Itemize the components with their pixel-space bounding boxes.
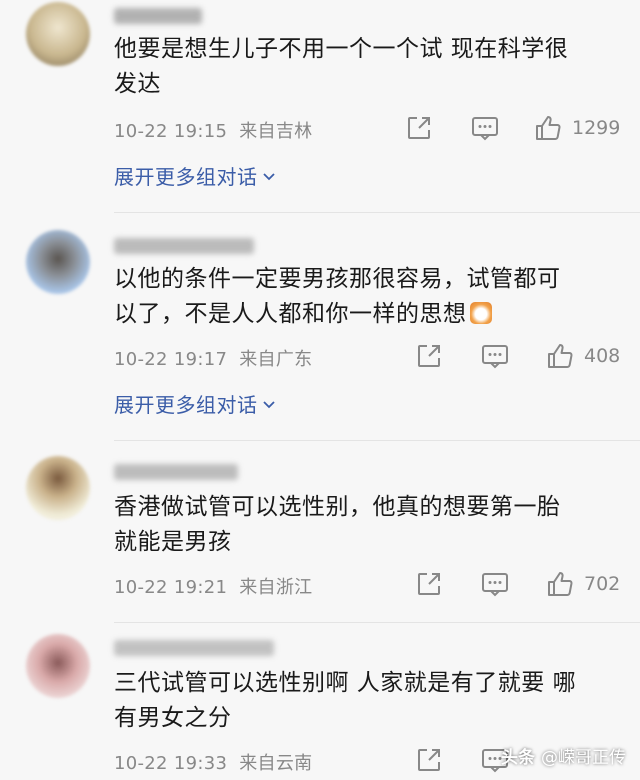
avatar[interactable] [26, 634, 90, 698]
comment-item: 香港做试管可以选性别，他真的想要第一胎 就能是男孩 10-22 19:21 来自… [0, 452, 640, 622]
comment-location: 来自吉林 [239, 121, 313, 142]
share-icon[interactable] [414, 569, 444, 599]
expand-conversation-link[interactable]: 展开更多组对话 [114, 389, 276, 418]
username-blurred[interactable] [114, 464, 238, 480]
watermark-platform: 头条 [501, 748, 535, 768]
comment-text: 香港做试管可以选性别，他真的想要第一胎 就能是男孩 [114, 490, 614, 560]
comment-text-line: 三代试管可以选性别啊 人家就是有了就要 哪 [114, 670, 577, 696]
reply-icon[interactable] [470, 113, 500, 143]
watermark: 头条 @嵘哥正传 [501, 743, 626, 768]
comment-text: 他要是想生儿子不用一个一个试 现在科学很 发达 [114, 32, 614, 102]
comment-item: 以他的条件一定要男孩那很容易，试管都可 以了，不是人人都和你一样的思想 10-2… [0, 220, 640, 435]
comment-text-line: 有男女之分 [114, 705, 232, 731]
like-count: 408 [584, 345, 621, 367]
comment-meta: 10-22 19:21 来自浙江 [114, 573, 312, 599]
watermark-author: @嵘哥正传 [541, 748, 626, 768]
comment-time: 10-22 19:21 [114, 577, 228, 598]
like-icon[interactable] [545, 341, 575, 371]
comment-text-line: 就能是男孩 [114, 529, 232, 555]
avatar[interactable] [26, 456, 90, 520]
like-icon[interactable] [533, 113, 563, 143]
comment-meta: 10-22 19:33 来自云南 [114, 749, 312, 775]
avatar[interactable] [26, 2, 90, 66]
comment-time: 10-22 19:33 [114, 753, 228, 774]
expand-conversation-link[interactable]: 展开更多组对话 [114, 161, 276, 190]
expand-label: 展开更多组对话 [114, 393, 258, 417]
like-count: 702 [584, 573, 621, 595]
divider [114, 212, 640, 213]
comment-location: 来自浙江 [239, 577, 313, 598]
comment-location: 来自广东 [239, 349, 313, 370]
divider [114, 440, 640, 441]
comment-item: 他要是想生儿子不用一个一个试 现在科学很 发达 10-22 19:15 来自吉林… [0, 0, 640, 210]
comment-text-line: 以他的条件一定要男孩那很容易，试管都可 [114, 266, 561, 292]
reply-icon[interactable] [480, 569, 510, 599]
divider [114, 622, 640, 623]
cat-emoji-icon [469, 302, 492, 324]
share-icon[interactable] [414, 341, 444, 371]
comment-meta: 10-22 19:17 来自广东 [114, 345, 312, 371]
chevron-down-icon [262, 400, 275, 408]
like-icon[interactable] [545, 569, 575, 599]
comment-text-line-end: 以了，不是人人都和你一样的思想 [114, 301, 467, 327]
username-blurred[interactable] [114, 8, 202, 24]
comment-text-line: 以了，不是人人都和你一样的思想 [114, 297, 614, 332]
comment-location: 来自云南 [239, 753, 313, 774]
comment-meta: 10-22 19:15 来自吉林 [114, 117, 312, 143]
expand-label: 展开更多组对话 [114, 165, 258, 189]
comment-text-line: 他要是想生儿子不用一个一个试 现在科学很 [114, 36, 569, 62]
like-count: 1299 [572, 117, 621, 139]
username-blurred[interactable] [114, 238, 254, 254]
comment-text: 三代试管可以选性别啊 人家就是有了就要 哪 有男女之分 [114, 666, 614, 736]
comment-text: 以他的条件一定要男孩那很容易，试管都可 以了，不是人人都和你一样的思想 [114, 262, 614, 332]
share-icon[interactable] [414, 745, 444, 775]
comment-text-line: 香港做试管可以选性别，他真的想要第一胎 [114, 494, 561, 520]
chevron-down-icon [262, 172, 275, 180]
avatar[interactable] [26, 230, 90, 294]
comment-time: 10-22 19:17 [114, 349, 228, 370]
comment-time: 10-22 19:15 [114, 121, 228, 142]
username-blurred[interactable] [114, 640, 274, 656]
reply-icon[interactable] [480, 341, 510, 371]
comment-text-line: 发达 [114, 71, 161, 97]
share-icon[interactable] [404, 113, 434, 143]
